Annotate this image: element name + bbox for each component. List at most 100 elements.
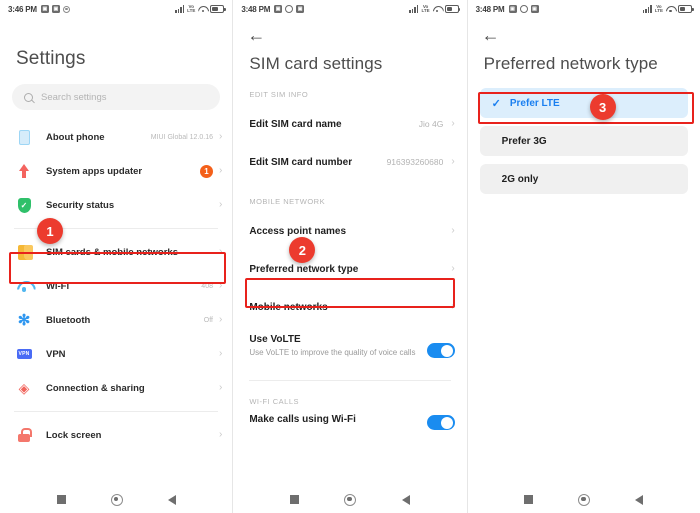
chevron-right-icon: ›	[218, 246, 223, 257]
whatsapp-icon	[519, 5, 528, 13]
search-input[interactable]: Search settings	[12, 84, 221, 110]
settings-row-connection-sharing[interactable]: ◈ Connection & sharing ›	[0, 371, 232, 405]
row-use-volte[interactable]: Use VoLTE Use VoLTE to improve the quali…	[233, 326, 466, 370]
home-icon[interactable]	[578, 493, 591, 506]
back-arrow-button[interactable]: ←	[468, 18, 502, 44]
step-badge-3: 3	[589, 94, 616, 120]
screenshot-icon: ▣	[274, 5, 283, 13]
wifi-icon	[433, 5, 442, 13]
settings-row-wifi[interactable]: Wi-Fi 408 ›	[0, 269, 232, 303]
settings-row-bluetooth[interactable]: ✻ Bluetooth Off ›	[0, 303, 232, 337]
navigation-bar-1	[0, 486, 233, 513]
chevron-right-icon: ›	[218, 165, 223, 176]
phone-icon	[14, 129, 34, 145]
signal-bars-icon	[409, 5, 419, 13]
row-label: VPN	[46, 348, 66, 360]
signal-bars-icon	[642, 5, 652, 13]
screenshot-icon: ▣	[530, 5, 539, 13]
option-2g-only[interactable]: 2G only	[479, 164, 688, 194]
screenshot-icon: ▣	[40, 5, 49, 13]
row-access-point-names[interactable]: Access point names ›	[233, 212, 466, 250]
screen-settings: 3:46 PM ▣ ▣ Vo LTE Settings Search settin…	[0, 0, 233, 513]
wifi-icon	[198, 5, 207, 13]
row-value: 408	[201, 282, 213, 290]
list-divider	[14, 411, 219, 412]
chevron-right-icon: ›	[451, 301, 455, 312]
recents-icon[interactable]	[524, 495, 534, 504]
status-bar-1: 3:46 PM ▣ ▣ Vo LTE	[0, 0, 232, 18]
chevron-right-icon: ›	[218, 199, 223, 210]
screenshot-icon: ▣	[508, 5, 517, 13]
volte-title: Use VoLTE	[249, 334, 301, 345]
network-type-options: ✓ Prefer LTE Prefer 3G 2G only	[468, 88, 700, 194]
settings-row-vpn[interactable]: VPN VPN ›	[0, 337, 232, 371]
status-right-icons: Vo LTE	[175, 3, 226, 14]
row-mobile-networks[interactable]: Mobile networks ›	[233, 288, 466, 326]
section-header-wifi-calls: WI-FI CALLS	[249, 397, 300, 406]
home-icon[interactable]	[344, 493, 357, 506]
row-label: System apps updater	[46, 165, 143, 177]
status-time: 3:48 PM	[475, 4, 505, 14]
chevron-right-icon: ›	[451, 225, 455, 236]
settings-list: About phone MIUI Global 12.0.16 › System…	[0, 120, 232, 452]
mobile-data-icon: Vo LTE	[187, 3, 196, 13]
record-icon	[62, 5, 70, 13]
settings-row-about-phone[interactable]: About phone MIUI Global 12.0.16 ›	[0, 120, 232, 154]
status-right-icons: Vo LTE	[409, 4, 461, 14]
row-label: Edit SIM card number	[249, 156, 353, 168]
row-make-calls-using-wifi[interactable]: Make calls using Wi-Fi	[233, 412, 466, 438]
wifi-icon	[14, 280, 34, 292]
chevron-right-icon: ›	[218, 314, 223, 325]
navigation-bar-3	[467, 486, 700, 513]
row-label: Bluetooth	[46, 314, 91, 326]
row-edit-sim-card-name[interactable]: Edit SIM card name Jio 4G ›	[233, 105, 466, 143]
recents-icon[interactable]	[56, 495, 66, 504]
search-icon	[24, 92, 33, 102]
recents-icon[interactable]	[290, 495, 300, 504]
row-label: SIM cards & mobile networks	[46, 246, 178, 258]
row-edit-sim-card-number[interactable]: Edit SIM card number 916393260680 ›	[233, 143, 466, 181]
back-arrow-button[interactable]: ←	[233, 18, 267, 44]
settings-row-system-apps-updater[interactable]: System apps updater 1 ›	[0, 154, 232, 188]
check-icon: ✓	[491, 97, 501, 110]
whatsapp-icon	[285, 5, 294, 13]
row-label: Edit SIM card name	[249, 118, 342, 130]
row-value: 916393260680	[386, 157, 444, 167]
option-prefer-3g[interactable]: Prefer 3G	[479, 126, 688, 156]
section-header-edit-sim-info: EDIT SIM INFO	[249, 90, 309, 99]
wifi-calls-label: Make calls using Wi-Fi	[249, 414, 356, 425]
option-prefer-lte[interactable]: ✓ Prefer LTE	[479, 88, 688, 118]
status-bar-3: 3:48 PM ▣ ▣ Vo LTE	[468, 0, 700, 18]
back-icon[interactable]	[635, 494, 644, 505]
screenshot-icon: ▣	[296, 5, 305, 13]
chevron-right-icon: ›	[218, 280, 223, 291]
wifi-calls-toggle[interactable]	[426, 415, 455, 430]
volte-texts: Use VoLTE Use VoLTE to improve the quali…	[249, 334, 426, 359]
row-preferred-network-type[interactable]: Preferred network type ›	[233, 250, 466, 288]
page-title: Settings	[16, 48, 86, 69]
chevron-right-icon: ›	[218, 382, 223, 393]
settings-row-sim-cards-mobile-networks[interactable]: SIM cards & mobile networks ›	[0, 235, 232, 269]
chevron-right-icon: ›	[451, 156, 455, 167]
row-label: Mobile networks	[249, 301, 328, 313]
screenshot-icon: ▣	[51, 5, 60, 13]
battery-icon	[677, 5, 694, 13]
volte-toggle[interactable]	[426, 343, 455, 358]
wifi-icon	[666, 5, 675, 13]
settings-row-lock-screen[interactable]: Lock screen ›	[0, 418, 232, 452]
row-label: Access point names	[249, 225, 347, 237]
status-left-icons: ▣ ▣	[508, 5, 539, 13]
home-icon[interactable]	[110, 493, 123, 506]
back-icon[interactable]	[167, 494, 176, 505]
row-label: Preferred network type	[249, 263, 359, 275]
option-label: 2G only	[501, 173, 539, 185]
status-time: 3:48 PM	[241, 4, 271, 14]
wifi-calls-texts: Make calls using Wi-Fi	[249, 414, 426, 425]
signal-bars-icon	[175, 5, 185, 13]
back-icon[interactable]	[401, 494, 410, 505]
settings-row-security-status[interactable]: ✓ Security status ›	[0, 188, 232, 222]
step-badge-1: 1	[37, 218, 63, 244]
mobile-data-icon: Vo LTE	[654, 3, 663, 13]
lock-icon	[14, 428, 34, 442]
row-label: Lock screen	[46, 429, 102, 441]
